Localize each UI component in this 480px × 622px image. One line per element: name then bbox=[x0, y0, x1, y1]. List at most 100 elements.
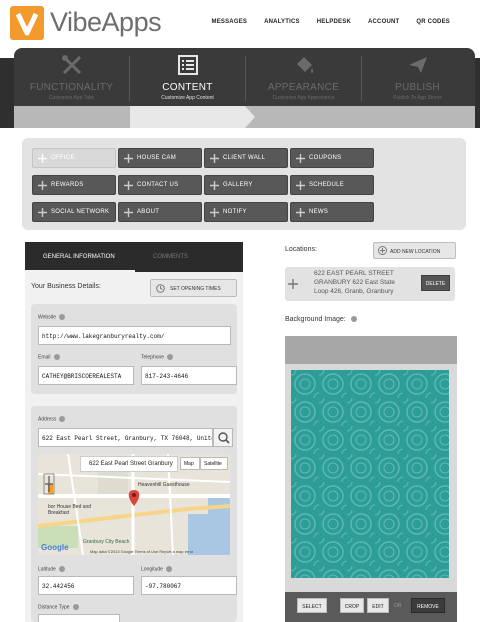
latitude-label: Latitude bbox=[38, 566, 65, 572]
menu-label: OFFICE bbox=[51, 155, 75, 161]
clock-icon bbox=[156, 284, 165, 293]
address-search-button[interactable] bbox=[213, 428, 233, 447]
menu-news[interactable]: NEWS bbox=[290, 202, 374, 222]
info-icon[interactable] bbox=[53, 354, 60, 360]
or-label: OR bbox=[394, 603, 402, 609]
latitude-field[interactable]: 32.442456 bbox=[38, 576, 134, 595]
map-type-satellite[interactable]: Satellite bbox=[200, 457, 228, 470]
location-map[interactable]: 622 East Pearl Street Granbury Map Satel… bbox=[38, 454, 230, 555]
tab-appearance[interactable]: APPEARANCE Customize App Appearance bbox=[246, 48, 361, 105]
menu-gallery[interactable]: GALLERY bbox=[204, 175, 288, 195]
menu-coupons[interactable]: COUPONS bbox=[290, 148, 374, 168]
nav-messages[interactable]: MESSAGES bbox=[212, 19, 248, 25]
address-field[interactable]: 622 East Pearl Street, Granbury, TX 7604… bbox=[38, 428, 213, 447]
general-info-panel: GENERAL INFORMATION COMMENTS Your Busine… bbox=[25, 242, 243, 622]
menu-label: NEWS bbox=[309, 209, 329, 215]
move-icon bbox=[210, 181, 219, 190]
move-icon[interactable] bbox=[288, 279, 298, 289]
background-image-text: Background Image: bbox=[285, 316, 346, 323]
move-icon bbox=[38, 154, 47, 163]
tab-publish[interactable]: PUBLISH Publish To App Stores bbox=[360, 48, 475, 105]
brand-name[interactable]: VibeApps bbox=[50, 7, 162, 38]
website-label: Website bbox=[38, 314, 65, 320]
remove-image-button[interactable]: REMOVE bbox=[411, 598, 445, 613]
email-label-text: Email bbox=[38, 354, 51, 361]
select-image-button[interactable]: SELECT bbox=[297, 598, 327, 613]
menu-label: GALLERY bbox=[223, 182, 253, 188]
distance-type-select[interactable] bbox=[38, 614, 120, 622]
tab-publish-sub: Publish To App Stores bbox=[393, 95, 442, 101]
menu-label: CONTACT US bbox=[137, 182, 179, 188]
location-line: Loop 426, Granb, Granbury bbox=[314, 288, 394, 295]
info-icon[interactable] bbox=[350, 316, 357, 323]
move-icon bbox=[296, 181, 305, 190]
nav-qr-codes[interactable]: QR CODES bbox=[416, 19, 450, 25]
info-icon[interactable] bbox=[59, 416, 66, 422]
menu-rewards[interactable]: REWARDS bbox=[32, 175, 116, 195]
move-icon bbox=[210, 208, 219, 217]
menu-label: SCHEDULE bbox=[309, 182, 345, 188]
search-icon bbox=[218, 432, 230, 444]
menu-schedule[interactable]: SCHEDULE bbox=[290, 175, 374, 195]
info-icon[interactable] bbox=[165, 566, 172, 572]
paint-bucket-icon bbox=[296, 57, 313, 73]
tab-content[interactable]: CONTENT Customize App Content bbox=[130, 48, 245, 105]
app-page: VibeApps MESSAGES ANALYTICS HELPDESK ACC… bbox=[0, 0, 480, 622]
menu-label: REWARDS bbox=[51, 182, 84, 188]
tab-content-label: CONTENT bbox=[162, 82, 213, 93]
menu-label: CLIENT WALL bbox=[223, 155, 266, 161]
menu-notify[interactable]: NOTIFY bbox=[204, 202, 288, 222]
info-icon[interactable] bbox=[167, 354, 174, 360]
longitude-field[interactable]: -97.780067 bbox=[141, 576, 237, 595]
add-new-location-button[interactable]: ADD NEW LOCATION bbox=[373, 242, 456, 259]
menu-label: SOCIAL NETWORK bbox=[51, 209, 110, 215]
move-icon bbox=[38, 208, 47, 217]
address-label-text: Address bbox=[38, 416, 57, 423]
tab-functionality[interactable]: FUNCTIONALITY Customize App Tabs bbox=[14, 48, 129, 105]
menu-about[interactable]: ABOUT bbox=[118, 202, 202, 222]
tab-comments[interactable]: COMMENTS bbox=[153, 254, 188, 260]
edit-image-button[interactable]: EDIT bbox=[367, 598, 389, 613]
longitude-label-text: Longitude bbox=[141, 566, 163, 573]
set-opening-times-button[interactable]: SET OPENING TIMES bbox=[150, 279, 237, 297]
tab-general-information[interactable]: GENERAL INFORMATION bbox=[43, 254, 115, 260]
info-icon[interactable] bbox=[58, 314, 65, 320]
move-icon bbox=[296, 154, 305, 163]
contact-card: Website http://www.lakegranburyrealty.co… bbox=[31, 304, 237, 394]
website-label-text: Website bbox=[38, 314, 56, 321]
paper-plane-icon bbox=[408, 57, 427, 73]
map-poi-label: Heavenhill Guesthouse bbox=[138, 482, 190, 488]
move-icon bbox=[124, 154, 133, 163]
website-field[interactable]: http://www.lakegranburyrealty.com/ bbox=[38, 326, 231, 345]
map-info-tooltip: 622 East Pearl Street Granbury bbox=[80, 456, 178, 472]
menu-house-cam[interactable]: HOUSE CAM bbox=[118, 148, 202, 168]
menu-social-network[interactable]: SOCIAL NETWORK bbox=[32, 202, 116, 222]
business-details-label: Your Business Details: bbox=[31, 283, 101, 290]
menu-contact-us[interactable]: CONTACT US bbox=[118, 175, 202, 195]
nav-analytics[interactable]: ANALYTICS bbox=[264, 19, 300, 25]
latitude-label-text: Latitude bbox=[38, 566, 56, 573]
telephone-label: Telephone bbox=[141, 354, 174, 360]
nav-account[interactable]: ACCOUNT bbox=[368, 19, 399, 25]
opening-times-label: SET OPENING TIMES bbox=[170, 286, 221, 292]
tab-appearance-sub: Customize App Appearance bbox=[272, 95, 335, 101]
map-type-map[interactable]: Map bbox=[180, 457, 200, 470]
info-icon[interactable] bbox=[72, 604, 79, 610]
telephone-field[interactable]: 817-243-4646 bbox=[141, 366, 237, 385]
menu-office[interactable]: OFFICE bbox=[32, 148, 116, 168]
crop-image-button[interactable]: CROP bbox=[340, 598, 364, 613]
info-icon[interactable] bbox=[58, 566, 65, 572]
nav-helpdesk[interactable]: HELPDESK bbox=[317, 19, 351, 25]
location-line: GRANBURY 622 East State bbox=[314, 279, 396, 286]
address-label: Address bbox=[38, 416, 66, 423]
menu-label: HOUSE CAM bbox=[137, 155, 177, 161]
tab-appearance-label: APPEARANCE bbox=[267, 82, 340, 93]
move-icon bbox=[38, 181, 47, 190]
locations-label: Locations: bbox=[285, 246, 317, 253]
delete-location-button[interactable]: DELETE bbox=[421, 275, 450, 291]
email-field[interactable]: CATHEY@BRISCOEREALESTA bbox=[38, 366, 134, 385]
distance-type-label: Distance Type bbox=[38, 604, 79, 610]
logo-v-icon[interactable] bbox=[10, 6, 44, 40]
menu-client-wall[interactable]: CLIENT WALL bbox=[204, 148, 288, 168]
teal-pattern-image bbox=[291, 370, 449, 578]
